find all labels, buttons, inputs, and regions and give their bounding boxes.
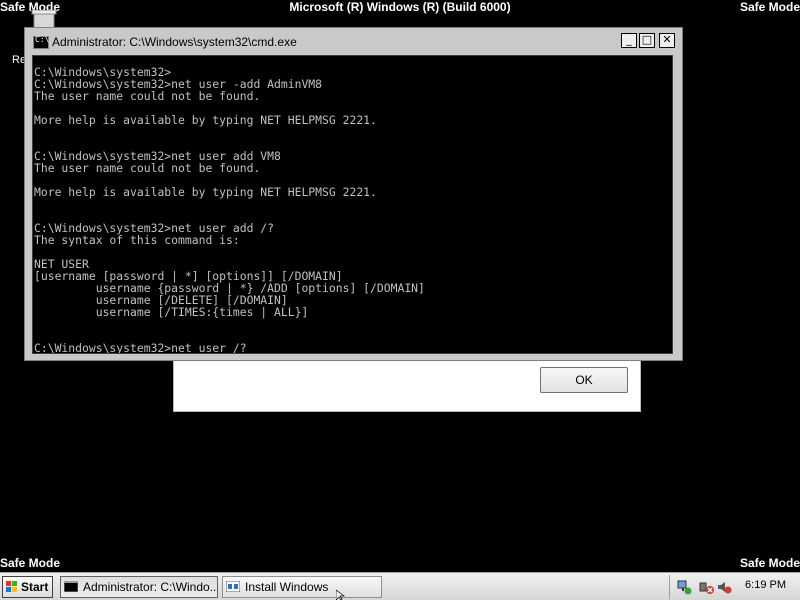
close-button[interactable]: ✕: [659, 33, 675, 48]
taskbar-item-label: Install Windows: [245, 580, 329, 594]
console-line: username [/TIMES:{times | ALL}]: [34, 305, 309, 319]
console-line: The user name could not be found.: [34, 161, 261, 175]
build-version-label: Microsoft (R) Windows (R) (Build 6000): [289, 0, 511, 14]
ok-button[interactable]: OK: [540, 367, 628, 393]
volume-muted-icon[interactable]: [698, 579, 714, 595]
console-output[interactable]: C:\Windows\system32> C:\Windows\system32>…: [32, 55, 673, 354]
speaker-icon[interactable]: [716, 579, 732, 595]
cmd-icon[interactable]: C:\: [33, 35, 49, 49]
taskbar: Start Administrator: C:\Windo... Install…: [0, 572, 800, 600]
network-icon[interactable]: [676, 579, 692, 595]
minimize-button[interactable]: _: [621, 33, 637, 48]
taskbar-item-install-windows[interactable]: Install Windows: [222, 576, 382, 598]
start-label: Start: [21, 580, 49, 594]
windows-logo-icon: [6, 581, 17, 592]
maximize-button[interactable]: □: [639, 33, 655, 48]
window-title: Administrator: C:\Windows\system32\cmd.e…: [52, 35, 297, 49]
safe-mode-label-bottom-right: Safe Mode: [739, 556, 800, 570]
system-tray: 6:19 PM: [669, 575, 800, 599]
safe-mode-label-top-right: Safe Mode: [739, 0, 800, 14]
console-line: The user name could not be found.: [34, 89, 261, 103]
taskbar-item-cmd[interactable]: Administrator: C:\Windo...: [60, 576, 218, 598]
start-button[interactable]: Start: [2, 576, 53, 598]
console-line: More help is available by typing NET HEL…: [34, 185, 377, 199]
safe-mode-label-bottom-left: Safe Mode: [0, 556, 61, 570]
cmd-icon: [64, 581, 78, 592]
cmd-window: C:\ Administrator: C:\Windows\system32\c…: [24, 27, 683, 361]
cmd-title-bar[interactable]: C:\ Administrator: C:\Windows\system32\c…: [30, 31, 677, 53]
mouse-cursor-icon: [336, 590, 346, 600]
console-line: C:\Windows\system32>net user /?: [34, 341, 247, 354]
install-windows-dialog: OK: [173, 357, 641, 412]
setup-icon: [226, 581, 240, 592]
console-line: The syntax of this command is:: [34, 233, 240, 247]
desktop: Safe Mode Microsoft (R) Windows (R) (Bui…: [0, 0, 800, 600]
console-line: More help is available by typing NET HEL…: [34, 113, 377, 127]
taskbar-item-label: Administrator: C:\Windo...: [83, 580, 218, 594]
clock[interactable]: 6:19 PM: [745, 579, 786, 591]
